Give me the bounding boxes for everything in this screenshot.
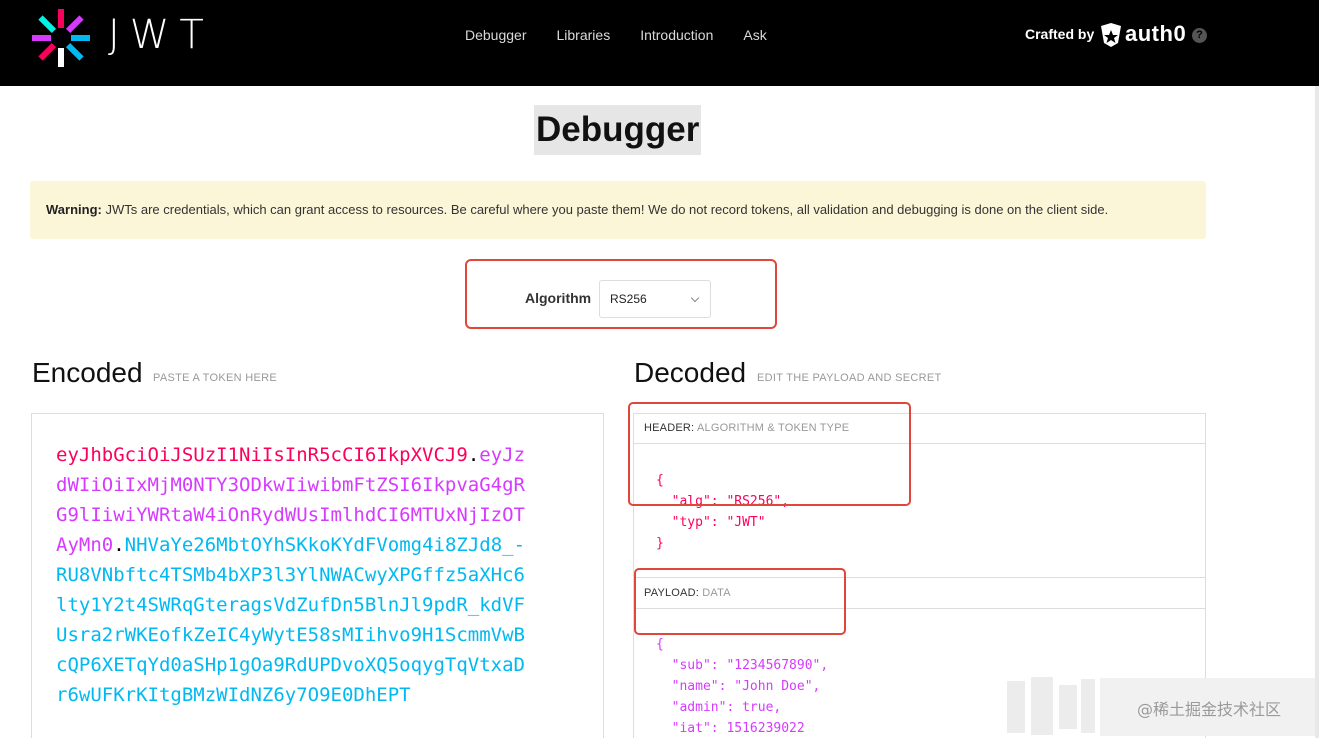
decoded-heading: Decoded xyxy=(634,357,747,388)
auth0-brand-link[interactable]: auth0 xyxy=(1125,21,1186,47)
payload-json-editor[interactable]: { "sub": "1234567890", "name": "John Doe… xyxy=(656,634,828,738)
nav-link-introduction[interactable]: Introduction xyxy=(640,27,713,43)
nav-link-libraries[interactable]: Libraries xyxy=(557,27,611,43)
main-nav: Debugger Libraries Introduction Ask xyxy=(465,27,767,43)
token-header-part: eyJhbGciOiJSUzI1NiIsInR5cCI6IkpXVCJ9 xyxy=(56,444,468,466)
algorithm-select[interactable]: RS256 xyxy=(599,280,711,318)
watermark-blocks xyxy=(1007,677,1097,737)
warning-banner: Warning: JWTs are credentials, which can… xyxy=(30,181,1206,239)
page-title: Debugger xyxy=(534,105,702,155)
encoded-subheading: PASTE A TOKEN HERE xyxy=(153,372,277,384)
token-dot: . xyxy=(113,534,125,556)
algorithm-selected-value: RS256 xyxy=(610,292,647,306)
chevron-down-icon xyxy=(690,293,700,303)
crafted-by-label: Crafted by xyxy=(1025,26,1095,42)
scrollbar[interactable] xyxy=(1315,86,1319,738)
header-highlight-box xyxy=(628,402,911,506)
algorithm-label: Algorithm xyxy=(525,290,592,306)
watermark-text: @稀土掘金技术社区 xyxy=(1137,700,1282,719)
jwt-logo-text[interactable]: JWT xyxy=(108,12,214,58)
encoded-token-text[interactable]: eyJhbGciOiJSUzI1NiIsInR5cCI6IkpXVCJ9.eyJ… xyxy=(56,440,536,710)
decoded-subheading: EDIT THE PAYLOAD AND SECRET xyxy=(757,372,942,384)
nav-link-ask[interactable]: Ask xyxy=(743,27,766,43)
warning-label: Warning: xyxy=(46,202,102,217)
top-nav-bar: JWT Debugger Libraries Introduction Ask … xyxy=(0,0,1319,86)
warning-text: JWTs are credentials, which can grant ac… xyxy=(101,202,1109,217)
auth0-shield-icon[interactable] xyxy=(1099,22,1123,48)
token-signature-part: NHVaYe26MbtOYhSKkoKYdFVomg4i8ZJd8_-RU8VN… xyxy=(56,534,526,706)
payload-highlight-box xyxy=(634,568,846,635)
encoded-heading: Encoded xyxy=(32,357,143,388)
nav-link-debugger[interactable]: Debugger xyxy=(465,27,527,43)
jwt-logo-icon[interactable] xyxy=(30,7,92,69)
token-dot: . xyxy=(467,444,480,466)
help-icon[interactable]: ? xyxy=(1192,28,1207,43)
